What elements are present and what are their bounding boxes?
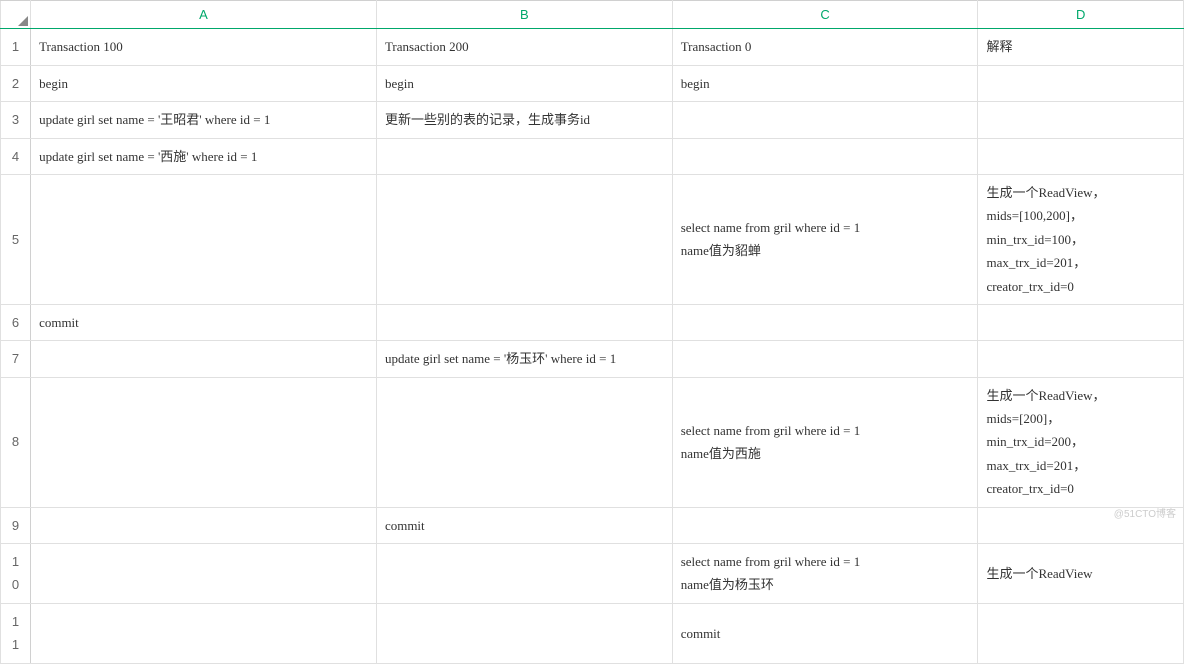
cell-b1[interactable]: Transaction 200 <box>376 29 672 65</box>
cell-d2[interactable] <box>978 65 1184 101</box>
table-row: 4 update girl set name = '西施' where id =… <box>1 138 1184 174</box>
watermark-text: @51CTO博客 <box>1114 505 1176 520</box>
cell-d7[interactable] <box>978 341 1184 377</box>
cell-c7[interactable] <box>672 341 978 377</box>
cell-c8[interactable]: select name from gril where id = 1 name值… <box>672 377 978 507</box>
table-row: 2 begin begin begin <box>1 65 1184 101</box>
cell-b6[interactable] <box>376 304 672 340</box>
col-header-d[interactable]: D <box>978 1 1184 29</box>
cell-b8[interactable] <box>376 377 672 507</box>
cell-a9[interactable] <box>31 507 377 543</box>
row-header[interactable]: 5 <box>1 174 31 304</box>
table-row: 7 update girl set name = '杨玉环' where id … <box>1 341 1184 377</box>
cell-d10[interactable]: 生成一个ReadView <box>978 544 1184 604</box>
col-header-c[interactable]: C <box>672 1 978 29</box>
cell-a1[interactable]: Transaction 100 <box>31 29 377 65</box>
cell-b5[interactable] <box>376 174 672 304</box>
row-header[interactable]: 9 <box>1 507 31 543</box>
cell-a8[interactable] <box>31 377 377 507</box>
cell-c4[interactable] <box>672 138 978 174</box>
table-row: 11 commit <box>1 603 1184 663</box>
cell-d5[interactable]: 生成一个ReadView， mids=[100,200]， min_trx_id… <box>978 174 1184 304</box>
row-header[interactable]: 1 <box>1 29 31 65</box>
cell-d11[interactable] <box>978 603 1184 663</box>
cell-a10[interactable] <box>31 544 377 604</box>
cell-d4[interactable] <box>978 138 1184 174</box>
cell-a6[interactable]: commit <box>31 304 377 340</box>
row-header[interactable]: 2 <box>1 65 31 101</box>
cell-a5[interactable] <box>31 174 377 304</box>
col-header-a[interactable]: A <box>31 1 377 29</box>
cell-b3[interactable]: 更新一些别的表的记录，生成事务id <box>376 102 672 138</box>
cell-b10[interactable] <box>376 544 672 604</box>
cell-c10[interactable]: select name from gril where id = 1 name值… <box>672 544 978 604</box>
cell-c2[interactable]: begin <box>672 65 978 101</box>
spreadsheet-table: A B C D 1 Transaction 100 Transaction 20… <box>0 0 1184 664</box>
table-row: 3 update girl set name = '王昭君' where id … <box>1 102 1184 138</box>
cell-b2[interactable]: begin <box>376 65 672 101</box>
row-header[interactable]: 11 <box>1 603 31 663</box>
table-row: 8 select name from gril where id = 1 nam… <box>1 377 1184 507</box>
cell-d6[interactable] <box>978 304 1184 340</box>
cell-c5[interactable]: select name from gril where id = 1 name值… <box>672 174 978 304</box>
col-header-b[interactable]: B <box>376 1 672 29</box>
cell-a4[interactable]: update girl set name = '西施' where id = 1 <box>31 138 377 174</box>
cell-b4[interactable] <box>376 138 672 174</box>
cell-d8[interactable]: 生成一个ReadView， mids=[200]， min_trx_id=200… <box>978 377 1184 507</box>
cell-b7[interactable]: update girl set name = '杨玉环' where id = … <box>376 341 672 377</box>
row-header[interactable]: 7 <box>1 341 31 377</box>
table-row: 6 commit <box>1 304 1184 340</box>
row-header[interactable]: 3 <box>1 102 31 138</box>
table-row: 1 Transaction 100 Transaction 200 Transa… <box>1 29 1184 65</box>
cell-a7[interactable] <box>31 341 377 377</box>
cell-c1[interactable]: Transaction 0 <box>672 29 978 65</box>
cell-c3[interactable] <box>672 102 978 138</box>
row-header[interactable]: 4 <box>1 138 31 174</box>
cell-a3[interactable]: update girl set name = '王昭君' where id = … <box>31 102 377 138</box>
corner-cell[interactable] <box>1 1 31 29</box>
cell-a2[interactable]: begin <box>31 65 377 101</box>
cell-b9[interactable]: commit <box>376 507 672 543</box>
row-header[interactable]: 6 <box>1 304 31 340</box>
table-row: 9 commit <box>1 507 1184 543</box>
row-header[interactable]: 8 <box>1 377 31 507</box>
cell-d3[interactable] <box>978 102 1184 138</box>
cell-d1[interactable]: 解释 <box>978 29 1184 65</box>
column-header-row: A B C D <box>1 1 1184 29</box>
table-row: 10 select name from gril where id = 1 na… <box>1 544 1184 604</box>
cell-a11[interactable] <box>31 603 377 663</box>
cell-b11[interactable] <box>376 603 672 663</box>
cell-c9[interactable] <box>672 507 978 543</box>
table-row: 5 select name from gril where id = 1 nam… <box>1 174 1184 304</box>
cell-c6[interactable] <box>672 304 978 340</box>
cell-c11[interactable]: commit <box>672 603 978 663</box>
row-header[interactable]: 10 <box>1 544 31 604</box>
